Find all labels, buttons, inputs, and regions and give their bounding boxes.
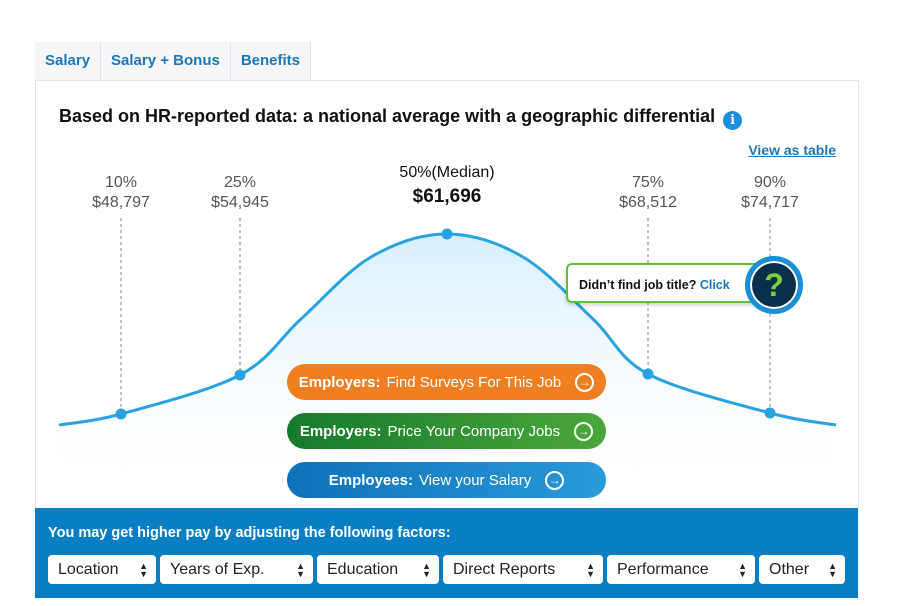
factor-select-performance[interactable]: Performance ▲ ▼ [607, 555, 755, 584]
percentile-dot-10 [115, 408, 127, 420]
tab-salary-bonus[interactable]: Salary + Bonus [101, 42, 231, 80]
page-title: Based on HR-reported data: a national av… [59, 106, 743, 130]
factor-select-education[interactable]: Education ▲ ▼ [317, 555, 439, 584]
price-company-jobs-button[interactable]: Employers: Price Your Company Jobs → [287, 413, 606, 449]
percentile-value: $74,717 [741, 194, 799, 211]
question-icon[interactable]: ? [745, 256, 803, 314]
percentile-90: 90% $74,717 [710, 173, 830, 213]
select-arrows-icon: ▲ ▼ [139, 560, 148, 579]
tabs: Salary Salary + Bonus Benefits [35, 42, 312, 80]
find-surveys-button[interactable]: Employers: Find Surveys For This Job → [287, 364, 606, 400]
select-arrows-icon: ▲ ▼ [738, 560, 747, 579]
select-arrows-icon: ▲ ▼ [422, 560, 431, 579]
button-bold-label: Employees: [328, 471, 413, 489]
percentile-dot-25 [234, 369, 246, 381]
select-value: Performance [617, 561, 709, 578]
factor-select-direct-reports[interactable]: Direct Reports ▲ ▼ [443, 555, 603, 584]
factor-selects: Location ▲ ▼ Years of Exp. ▲ ▼ Education ▲ ▼ Dire… [48, 555, 845, 584]
button-label: Find Surveys For This Job [386, 373, 562, 391]
arrow-right-icon: → [574, 421, 594, 441]
select-value: Direct Reports [453, 561, 556, 578]
tab-salary[interactable]: Salary [35, 42, 102, 80]
percentile-value: $54,945 [211, 194, 269, 211]
select-arrows-icon: ▲ ▼ [828, 560, 837, 579]
percentile-dot-75 [642, 368, 654, 380]
view-as-table-link[interactable]: View as table [748, 142, 836, 158]
percentile-25: 25% $54,945 [180, 173, 300, 213]
percentile-dot-90 [764, 407, 776, 419]
select-arrows-icon: ▲ ▼ [296, 560, 305, 579]
button-label: View your Salary [418, 471, 532, 489]
factor-select-years-of-exp[interactable]: Years of Exp. ▲ ▼ [160, 555, 313, 584]
view-salary-button[interactable]: Employees: View your Salary → [287, 462, 606, 498]
help-click-link[interactable]: Click [700, 278, 730, 292]
percentile-label: 90% [753, 174, 787, 191]
select-value: Other [769, 561, 810, 578]
button-bold-label: Employers: [298, 373, 381, 391]
factor-select-location[interactable]: Location ▲ ▼ [48, 555, 156, 584]
info-icon[interactable]: i [723, 111, 743, 130]
percentile-value: $68,512 [619, 194, 677, 211]
tab-benefits[interactable]: Benefits [230, 42, 312, 80]
percentile-value: $48,797 [92, 194, 150, 211]
select-value: Education [327, 561, 399, 578]
arrow-right-icon: → [545, 470, 565, 490]
help-text: Didn’t find job title? [579, 278, 697, 292]
factor-select-other[interactable]: Other ▲ ▼ [759, 555, 845, 584]
pay-factors-title: You may get higher pay by adjusting the … [48, 525, 451, 541]
arrow-right-icon: → [575, 372, 595, 392]
percentile-label: 10% [104, 174, 138, 191]
button-label: Price Your Company Jobs [387, 422, 561, 440]
percentile-label: 50%(Median) [399, 164, 495, 181]
button-bold-label: Employers: [299, 422, 382, 440]
pay-factors-bar: You may get higher pay by adjusting the … [35, 508, 858, 598]
percentile-value: $61,696 [412, 186, 482, 207]
percentile-label: 75% [631, 174, 665, 191]
percentile-10: 10% $48,797 [61, 173, 181, 213]
percentile-75: 75% $68,512 [588, 173, 708, 213]
percentile-50: 50%(Median) $61,696 [387, 163, 507, 207]
select-value: Years of Exp. [170, 561, 265, 578]
select-arrows-icon: ▲ ▼ [586, 560, 595, 579]
percentile-dot-50 [441, 228, 453, 240]
select-value: Location [58, 561, 119, 578]
percentile-label: 25% [223, 174, 257, 191]
title-text: Based on HR-reported data: a national av… [59, 106, 716, 126]
